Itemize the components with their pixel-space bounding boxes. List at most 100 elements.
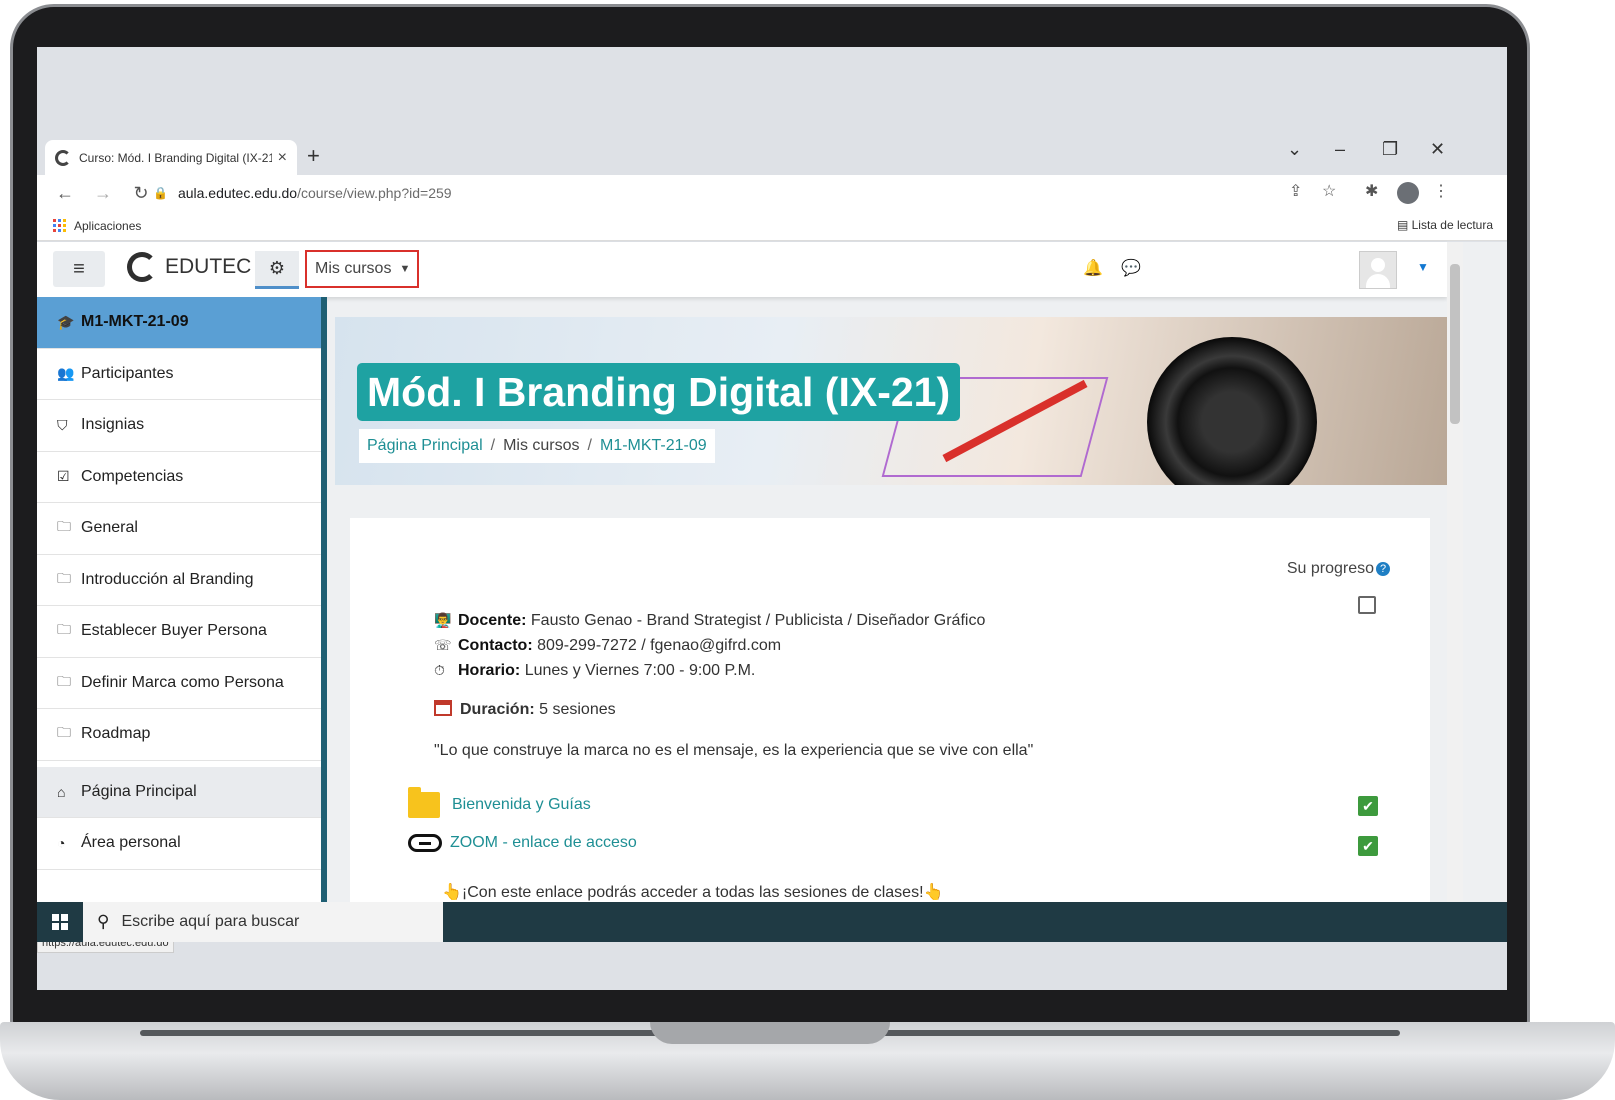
drawer-item-introduccion[interactable]: 🗀 Introducción al Branding — [37, 555, 321, 606]
drawer-toggle-button[interactable]: ≡ — [53, 251, 105, 287]
header-camera-lens-image — [1147, 337, 1317, 485]
forward-arrow-icon[interactable]: → — [93, 183, 113, 204]
screen: Curso: Mód. I Branding Digital (IX-21) ×… — [37, 47, 1507, 990]
restore-button[interactable]: ❐ — [1382, 139, 1398, 160]
reading-list-label: Lista de lectura — [1411, 218, 1493, 232]
course-quote: "Lo que construye la marca no es el mens… — [434, 742, 1034, 759]
graduation-cap-icon: 🎓 — [57, 313, 75, 330]
windows-logo-icon — [52, 914, 68, 930]
drawer-item-label: Área personal — [81, 834, 181, 852]
back-arrow-icon[interactable]: ← — [55, 183, 75, 204]
drawer-item-marca-persona[interactable]: 🗀 Definir Marca como Persona — [37, 658, 321, 709]
tab-search-icon[interactable]: ⌄ — [1287, 139, 1302, 160]
info-docente: 👨‍🏫 Docente: Fausto Genao - Brand Strateg… — [434, 608, 985, 633]
drawer-item-label: Participantes — [81, 364, 174, 382]
close-tab-icon[interactable]: × — [278, 149, 287, 167]
brand-name: EDUTEC — [165, 255, 252, 278]
drawer-item-participantes[interactable]: 👥 Participantes — [37, 349, 321, 400]
start-button[interactable] — [37, 902, 83, 942]
close-window-button[interactable]: ✕ — [1430, 139, 1445, 160]
taskbar-search[interactable]: ⚲ Escribe aquí para buscar — [83, 902, 443, 942]
drawer-item-course[interactable]: 🎓 M1-MKT-21-09 — [37, 297, 321, 349]
user-menu-caret-icon[interactable]: ▼ — [1417, 260, 1429, 274]
activity-label: ZOOM - enlace de acceso — [450, 834, 637, 851]
reading-list-icon: ▤ — [1396, 218, 1412, 232]
reload-icon[interactable]: ↻ — [131, 183, 151, 204]
progress-label: Su progreso ? — [1287, 560, 1390, 578]
folder-icon: 🗀 — [57, 569, 71, 586]
profile-avatar-icon[interactable] — [1397, 182, 1419, 204]
breadcrumb-mycourses[interactable]: Mis cursos — [503, 437, 579, 455]
address-bar[interactable]: 🔒 aula.edutec.edu.do /course/view.php?id… — [153, 179, 1473, 207]
breadcrumb-course[interactable]: M1-MKT-21-09 — [600, 437, 707, 455]
caret-down-icon: ▼ — [399, 263, 411, 275]
drawer-item-label: Introducción al Branding — [81, 570, 254, 588]
zoom-note: 👆¡Con este enlace podrás acceder a todas… — [442, 884, 944, 901]
gears-icon: ⚙ — [268, 258, 286, 278]
progress-checkbox[interactable] — [1358, 596, 1376, 614]
drawer-item-label: Competencias — [81, 467, 184, 485]
folder-icon: 🗀 — [57, 724, 71, 741]
drawer-item-competencias[interactable]: ☑ Competencias — [37, 452, 321, 503]
stopwatch-icon: ⏱ — [434, 662, 445, 678]
contact-icon: ☏ — [434, 637, 452, 653]
browser-toolbar: ← → ↻ 🔒 aula.edutec.edu.do /course/view.… — [37, 175, 1507, 211]
drawer-item-home[interactable]: ⌂ Página Principal — [37, 766, 321, 818]
info-contacto: ☏ Contacto: 809-299-7272 / fgenao@gifrd.c… — [434, 633, 985, 658]
course-title: Mód. I Branding Digital (IX-21) — [357, 363, 961, 421]
browser-tab[interactable]: Curso: Mód. I Branding Digital (IX-21) × — [45, 140, 297, 176]
bookmark-star-icon[interactable]: ☆ — [1322, 181, 1336, 201]
completion-check-icon[interactable]: ✔ — [1358, 836, 1378, 856]
course-content: Su progreso ? 👨‍🏫 Docente: Fausto Genao -… — [350, 518, 1430, 902]
nav-drawer: 🎓 M1-MKT-21-09 👥 Participantes ⛉ Insigni… — [37, 297, 327, 953]
folder-icon — [408, 787, 440, 818]
share-icon[interactable]: ⇪ — [1289, 181, 1302, 201]
drawer-item-insignias[interactable]: ⛉ Insignias — [37, 400, 321, 452]
reading-list-button[interactable]: ▤ Lista de lectura — [1397, 218, 1493, 232]
bookmarks-bar: Aplicaciones ▤ Lista de lectura — [37, 211, 1507, 241]
navbar-icons: 🔔 💬 — [1083, 258, 1155, 278]
completion-check-icon[interactable]: ✔ — [1358, 796, 1378, 816]
breadcrumb-home[interactable]: Página Principal — [367, 437, 483, 455]
lock-icon: 🔒 — [153, 186, 168, 200]
page-scrollbar[interactable] — [1447, 242, 1463, 902]
drawer-item-dashboard[interactable]: ◔ Área personal — [37, 818, 321, 870]
drawer-item-buyer-persona[interactable]: 🗀 Establecer Buyer Persona — [37, 606, 321, 658]
settings-gears-button[interactable]: ⚙ — [255, 251, 299, 289]
drawer-item-label: Insignias — [81, 416, 145, 434]
course-header: Mód. I Branding Digital (IX-21) Página P… — [335, 317, 1447, 485]
windows-taskbar: ⚲ Escribe aquí para buscar — [37, 902, 1507, 942]
drawer-item-label: General — [81, 519, 138, 537]
drawer-item-general[interactable]: 🗀 General — [37, 503, 321, 555]
drawer-item-label: M1-MKT-21-09 — [81, 313, 189, 331]
course-info: 👨‍🏫 Docente: Fausto Genao - Brand Strateg… — [434, 608, 985, 683]
mycourses-label: Mis cursos — [315, 260, 392, 277]
drawer-item-roadmap[interactable]: 🗀 Roadmap — [37, 709, 321, 761]
extensions-puzzle-icon[interactable]: ✱ — [1365, 181, 1378, 201]
laptop-notch — [650, 1022, 890, 1044]
minimize-button[interactable]: – — [1335, 139, 1345, 160]
bookmark-apps[interactable]: Aplicaciones — [74, 219, 141, 233]
breadcrumb-separator: / — [490, 437, 496, 454]
dashboard-icon: ◔ — [57, 835, 66, 852]
edutec-logo-icon — [127, 252, 157, 282]
scrollbar-thumb[interactable] — [1450, 264, 1460, 424]
progress-text: Su progreso — [1286, 560, 1374, 577]
new-tab-button[interactable]: + — [307, 143, 320, 169]
activity-bienvenida[interactable]: Bienvenida y Guías — [408, 787, 591, 818]
mycourses-dropdown[interactable]: Mis cursos ▼ — [305, 250, 419, 288]
help-icon[interactable]: ? — [1376, 562, 1390, 576]
tab-strip: Curso: Mód. I Branding Digital (IX-21) ×… — [37, 47, 1507, 176]
messages-chat-icon[interactable]: 💬 — [1121, 260, 1141, 277]
activity-zoom[interactable]: ZOOM - enlace de acceso — [408, 834, 637, 852]
link-icon — [408, 834, 442, 852]
drawer-item-label: Roadmap — [81, 725, 151, 743]
drawer-item-label: Definir Marca como Persona — [81, 673, 284, 691]
tab-title: Curso: Mód. I Branding Digital (IX-21) — [79, 151, 272, 165]
notification-bell-icon[interactable]: 🔔 — [1083, 260, 1103, 277]
url-domain: aula.edutec.edu.do — [177, 185, 298, 201]
user-avatar[interactable] — [1359, 251, 1397, 289]
drawer-item-label: Página Principal — [81, 782, 197, 800]
browser-menu-icon[interactable]: ⋮ — [1433, 181, 1449, 201]
site-brand[interactable]: EDUTEC — [127, 252, 251, 282]
